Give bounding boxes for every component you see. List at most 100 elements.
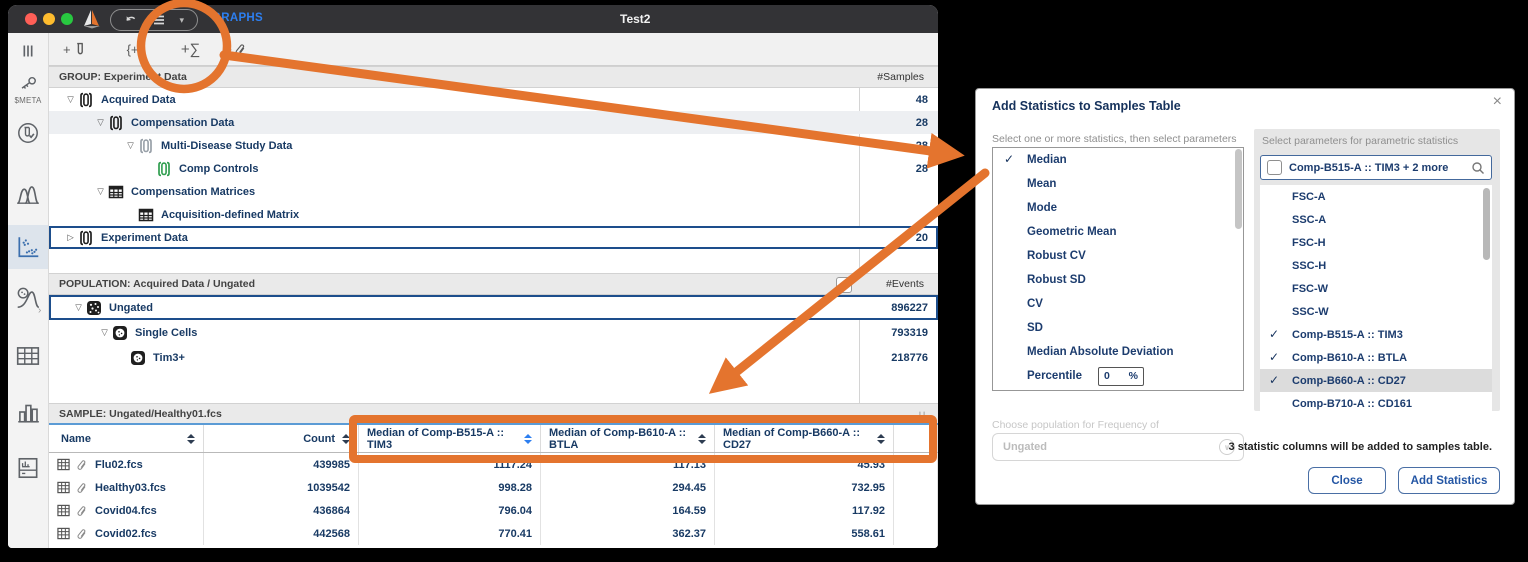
sort-icon[interactable] <box>698 434 706 444</box>
statistic-option[interactable]: ✓ SD <box>993 316 1243 340</box>
column-header-median-cd27[interactable]: Median of Comp-B660-A :: CD27 <box>715 425 894 452</box>
sidebar-item-histogram[interactable] <box>8 181 48 207</box>
add-keyword-button[interactable]: + <box>224 42 247 57</box>
add-statistics-button[interactable]: Add Statistics <box>1398 467 1500 494</box>
close-icon[interactable]: × <box>1493 93 1502 111</box>
column-header-median-btla[interactable]: Median of Comp-B610-A :: BTLA <box>541 425 715 452</box>
statistic-option[interactable]: ✓ Percentile % <box>993 364 1243 388</box>
column-header-name[interactable]: Name <box>49 425 204 452</box>
paperclip-icon <box>76 482 88 494</box>
events-column-header[interactable]: #Events <box>854 278 930 290</box>
median-cd27-value: 558.61 <box>715 522 894 545</box>
population-tree-row[interactable]: ▽ Single Cells 793319 <box>49 320 938 345</box>
caret-down-icon[interactable]: ▾ <box>180 15 185 26</box>
column-header-count[interactable]: Count <box>204 425 359 452</box>
group-tree-row[interactable]: ▽ Multi-Disease Study Data 28 <box>49 134 938 157</box>
tree-expander-icon[interactable]: ▷ <box>63 232 78 243</box>
population-tree-row[interactable]: ▽ Ungated 896227 <box>49 295 938 320</box>
sidebar-item-bar-chart[interactable] <box>8 399 48 425</box>
empty-cell <box>894 499 938 522</box>
undo-icon[interactable] <box>124 13 138 27</box>
tree-expander-icon[interactable]: ▽ <box>97 327 112 338</box>
sidebar-item-graph-window[interactable] <box>8 225 48 269</box>
samples-column-header[interactable]: #Samples <box>854 71 930 83</box>
list-icon[interactable] <box>152 13 166 27</box>
sort-icon[interactable] <box>342 434 350 444</box>
sidebar-item-panel-toggle[interactable] <box>8 40 48 62</box>
search-icon[interactable] <box>1471 161 1485 175</box>
statistic-option[interactable]: ✓ Median Absolute Deviation <box>993 340 1243 364</box>
group-tree-row[interactable]: Comp Controls 28 <box>49 157 938 180</box>
sidebar-item-meta-keywords[interactable]: $META <box>8 73 48 105</box>
parameter-option[interactable]: ✓ FSC-A <box>1260 185 1492 208</box>
tab-graphs[interactable]: GRAPHS <box>212 12 263 24</box>
group-tree-row[interactable]: ▽ Compensation Matrices <box>49 180 938 203</box>
column-header-median-tim3[interactable]: Median of Comp-B515-A :: TIM3 <box>359 425 541 452</box>
population-row-label: Ungated <box>109 302 153 314</box>
sample-table-row[interactable]: Flu02.fcs 439985 1117.24 117.13 45.93 <box>49 453 938 476</box>
sample-table-row[interactable]: Healthy03.fcs 1039542 998.28 294.45 732.… <box>49 476 938 499</box>
group-tree-row[interactable]: ▽ Compensation Data 28 <box>49 111 938 134</box>
statistic-option[interactable]: ✓ Robust SD <box>993 268 1243 292</box>
parameter-filter-box[interactable]: Comp-B515-A :: TIM3 + 2 more <box>1260 155 1492 180</box>
sort-icon[interactable] <box>877 434 885 444</box>
percentile-input[interactable] <box>1104 370 1122 382</box>
expand-more-icon[interactable]: › <box>38 305 41 316</box>
parameter-option[interactable]: ✓ SSC-A <box>1260 208 1492 231</box>
statistic-option[interactable]: ✓ Mode <box>993 196 1243 220</box>
minimize-window-button[interactable] <box>43 13 55 25</box>
add-group-button[interactable]: {+} <box>127 42 143 57</box>
sidebar-item-gating[interactable]: › <box>8 285 48 311</box>
parameter-option[interactable]: ✓ Comp-B710-A :: CD161 <box>1260 392 1492 411</box>
tree-expander-icon[interactable]: ▽ <box>93 186 108 197</box>
tree-expander-icon[interactable]: ▽ <box>63 94 78 105</box>
group-row-label: Compensation Matrices <box>131 186 255 198</box>
parameter-option[interactable]: ✓ Comp-B515-A :: TIM3 <box>1260 323 1492 346</box>
add-sample-button[interactable]: + <box>63 42 87 57</box>
tree-expander-icon[interactable]: ▽ <box>93 117 108 128</box>
scrollbar-thumb[interactable] <box>1483 188 1490 260</box>
table-options-icon[interactable]: ∪ <box>918 408 926 421</box>
sort-icon[interactable] <box>524 434 532 444</box>
population-section-header: POPULATION: Acquired Data / Ungated #Eve… <box>49 273 938 295</box>
statistic-option[interactable]: ✓ Mean <box>993 172 1243 196</box>
sidebar-item-table[interactable] <box>8 343 48 369</box>
population-header-checkbox[interactable] <box>836 277 852 293</box>
zoom-window-button[interactable] <box>61 13 73 25</box>
group-tree-row[interactable]: ▷ Experiment Data 20 <box>49 226 938 249</box>
statistic-label: Median <box>1027 154 1067 166</box>
group-sample-count: 20 <box>858 232 936 244</box>
check-icon: ✓ <box>1269 327 1279 341</box>
group-tree-row[interactable]: Acquisition-defined Matrix <box>49 203 938 226</box>
close-button[interactable]: Close <box>1308 467 1386 494</box>
parameter-option[interactable]: ✓ Comp-B610-A :: BTLA <box>1260 346 1492 369</box>
tree-expander-icon[interactable]: ▽ <box>71 302 86 313</box>
sort-icon[interactable] <box>187 434 195 444</box>
group-row-label: Multi-Disease Study Data <box>161 140 292 152</box>
column-header-extra <box>894 425 938 452</box>
group-tree-row[interactable]: ▽ Acquired Data 48 <box>49 88 938 111</box>
statistic-option[interactable]: ✓ Median <box>993 148 1243 172</box>
statistic-option[interactable]: ✓ CV <box>993 292 1243 316</box>
frequency-population-dropdown[interactable]: Ungated ∨ <box>992 433 1244 461</box>
scrollbar-thumb[interactable] <box>1235 149 1242 229</box>
parameter-option[interactable]: ✓ Comp-B660-A :: CD27 <box>1260 369 1492 392</box>
sidebar-item-qc[interactable] <box>8 121 48 145</box>
parameter-option[interactable]: ✓ FSC-W <box>1260 277 1492 300</box>
sample-table-row[interactable]: Covid04.fcs 436864 796.04 164.59 117.92 <box>49 499 938 522</box>
statistics-list-label: Select one or more statistics, then sele… <box>992 133 1237 145</box>
sample-table-row[interactable]: Covid02.fcs 442568 770.41 362.37 558.61 <box>49 522 938 545</box>
add-statistic-button[interactable]: +∑ <box>181 41 200 58</box>
close-window-button[interactable] <box>25 13 37 25</box>
parameter-option[interactable]: ✓ SSC-H <box>1260 254 1492 277</box>
statistic-option[interactable]: ✓ Geometric Mean <box>993 220 1243 244</box>
tree-expander-icon[interactable]: ▽ <box>123 140 138 151</box>
statistic-option[interactable]: ✓ Robust CV <box>993 244 1243 268</box>
history-pill-control[interactable]: ▾ <box>110 9 198 31</box>
paperclip-icon <box>76 528 88 540</box>
select-all-checkbox[interactable] <box>1267 160 1282 175</box>
parameter-option[interactable]: ✓ FSC-H <box>1260 231 1492 254</box>
population-tree-row[interactable]: Tim3+ 218776 <box>49 345 938 370</box>
sidebar-item-report[interactable] <box>8 455 48 481</box>
parameter-option[interactable]: ✓ SSC-W <box>1260 300 1492 323</box>
